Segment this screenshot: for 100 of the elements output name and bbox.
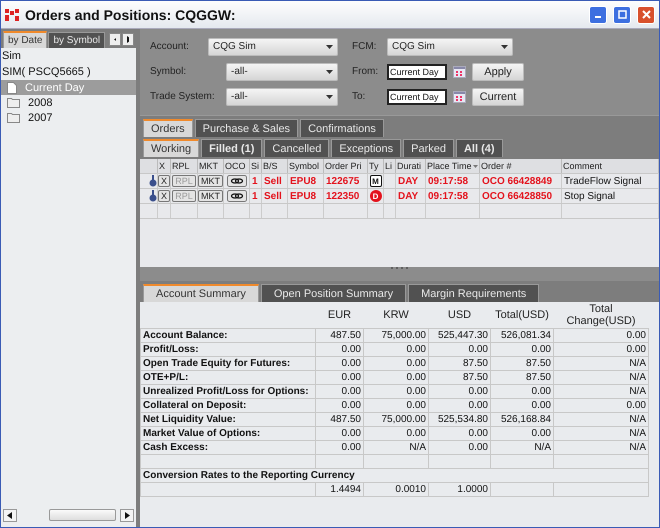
section-heading: Conversion Rates to the Reporting Currency — [140, 468, 648, 482]
column-header[interactable]: OCO — [224, 159, 250, 173]
column-header[interactable]: Order # — [480, 159, 562, 173]
market-button[interactable]: MKT — [198, 190, 223, 202]
minimize-button[interactable] — [589, 6, 607, 24]
value-cell: 0.00 — [316, 440, 364, 454]
column-header[interactable]: Comment — [562, 159, 659, 173]
cancel-button[interactable]: X — [158, 190, 170, 202]
column-header[interactable]: Durati — [396, 159, 426, 173]
value-cell: 0.00 — [490, 342, 554, 356]
status-tab[interactable]: All (4) — [456, 139, 503, 157]
section-tab[interactable]: Orders — [143, 119, 193, 137]
column-header[interactable]: B/S — [262, 159, 288, 173]
maximize-button[interactable] — [613, 6, 631, 24]
dropdown[interactable]: -all- — [226, 88, 338, 106]
order-number-cell: OCO 66428849 — [480, 174, 562, 188]
value-cell: 0.00 — [316, 342, 364, 356]
summary-tab[interactable]: Margin Requirements — [408, 284, 540, 302]
sort-icon — [472, 164, 478, 168]
value-cell: 75,000.00 — [364, 328, 428, 342]
column-header[interactable]: Si — [250, 159, 262, 173]
view-tab[interactable]: by Date — [3, 31, 48, 48]
column-header[interactable]: RPL — [171, 159, 198, 173]
info-icon[interactable] — [149, 190, 157, 202]
action-button[interactable]: Apply — [472, 62, 524, 80]
info-icon[interactable] — [149, 175, 157, 187]
time-cell: 09:17:58 — [426, 174, 480, 188]
quantity-cell: 1 — [250, 174, 262, 188]
value-cell: 75,000.00 — [364, 412, 428, 426]
status-tab[interactable]: Cancelled — [264, 139, 330, 157]
date-field[interactable]: Current Day — [387, 88, 447, 104]
row-label: Account Balance: — [140, 328, 316, 342]
scroll-right-button[interactable] — [120, 508, 134, 522]
value-cell: 0.00 — [364, 370, 428, 384]
status-tab[interactable]: Filled (1) — [201, 139, 262, 157]
comment-cell: TradeFlow Signal — [562, 174, 659, 188]
duration-cell: DAY — [396, 174, 426, 188]
close-button[interactable] — [637, 6, 655, 24]
tree-item[interactable]: 2008 — [1, 95, 136, 110]
account-label: Sim — [1, 49, 22, 64]
summary-tab[interactable]: Account Summary — [143, 284, 259, 302]
close-icon — [642, 10, 650, 19]
summary-tab[interactable]: Open Position Summary — [260, 284, 406, 302]
cancel-button[interactable]: X — [158, 175, 170, 187]
value-cell: 0.00 — [364, 342, 428, 356]
value-cell: 0.00 — [428, 426, 490, 440]
folder-icon — [7, 112, 20, 123]
dropdown[interactable]: CQG Sim — [387, 38, 513, 56]
value-cell: 526,168.84 — [490, 412, 554, 426]
scroll-right-button[interactable] — [122, 33, 134, 46]
column-header[interactable]: Place Time — [426, 159, 480, 173]
link-icon[interactable] — [226, 190, 246, 202]
splitter-handle-icon[interactable] — [390, 267, 410, 270]
rate-cell: 0.0010 — [364, 482, 428, 496]
right-arrow-icon — [124, 512, 130, 518]
value-cell: 0.00 — [428, 440, 490, 454]
value-cell: 0.00 — [428, 342, 490, 356]
link-icon[interactable] — [226, 175, 246, 187]
tree-item[interactable]: 2007 — [1, 110, 136, 125]
field-label: FCM: — [352, 41, 378, 52]
value-cell: 0.00 — [554, 398, 648, 412]
view-tab[interactable]: by Symbol — [48, 32, 106, 48]
value-cell: N/A — [554, 412, 648, 426]
column-header: KRW — [364, 302, 428, 328]
rate-cell: 1.0000 — [428, 482, 490, 496]
symbol-cell: EPU8 — [288, 174, 324, 188]
value-cell: 525,447.30 — [428, 328, 490, 342]
value-cell: 0.00 — [364, 384, 428, 398]
dropdown[interactable]: CQG Sim — [208, 38, 338, 56]
column-header: USD — [428, 302, 490, 328]
dropdown[interactable]: -all- — [226, 62, 338, 80]
scrollbar-thumb[interactable] — [48, 509, 116, 521]
status-tab[interactable]: Working — [143, 139, 200, 157]
column-header[interactable]: X — [158, 159, 171, 173]
calendar-icon[interactable] — [453, 66, 466, 78]
column-header[interactable]: Li — [384, 159, 396, 173]
status-tab[interactable]: Exceptions — [331, 139, 402, 157]
market-button[interactable]: MKT — [198, 175, 223, 187]
row-label: Collateral on Deposit: — [140, 398, 316, 412]
row-label: Market Value of Options: — [140, 426, 316, 440]
left-arrow-icon — [7, 512, 12, 518]
side-cell: Sell — [262, 189, 288, 203]
date-field[interactable]: Current Day — [387, 64, 447, 80]
column-header[interactable]: Order Pri — [324, 159, 368, 173]
column-header[interactable]: MKT — [198, 159, 224, 173]
comment-cell: Stop Signal — [562, 189, 659, 203]
symbol-cell: EPU8 — [288, 189, 324, 203]
column-header[interactable]: Symbol — [288, 159, 324, 173]
status-tab[interactable]: Parked — [403, 139, 454, 157]
value-cell: N/A — [364, 440, 428, 454]
column-header: EUR — [316, 302, 364, 328]
calendar-icon[interactable] — [453, 90, 466, 102]
column-header[interactable]: Ty — [368, 159, 384, 173]
value-cell: N/A — [554, 356, 648, 370]
scroll-left-button[interactable] — [3, 508, 17, 522]
action-button[interactable]: Current — [472, 88, 524, 106]
section-tab[interactable]: Confirmations — [300, 119, 384, 137]
section-tab[interactable]: Purchase & Sales — [194, 119, 298, 137]
field-label: Account: — [150, 41, 190, 52]
caret-icon — [326, 70, 333, 74]
